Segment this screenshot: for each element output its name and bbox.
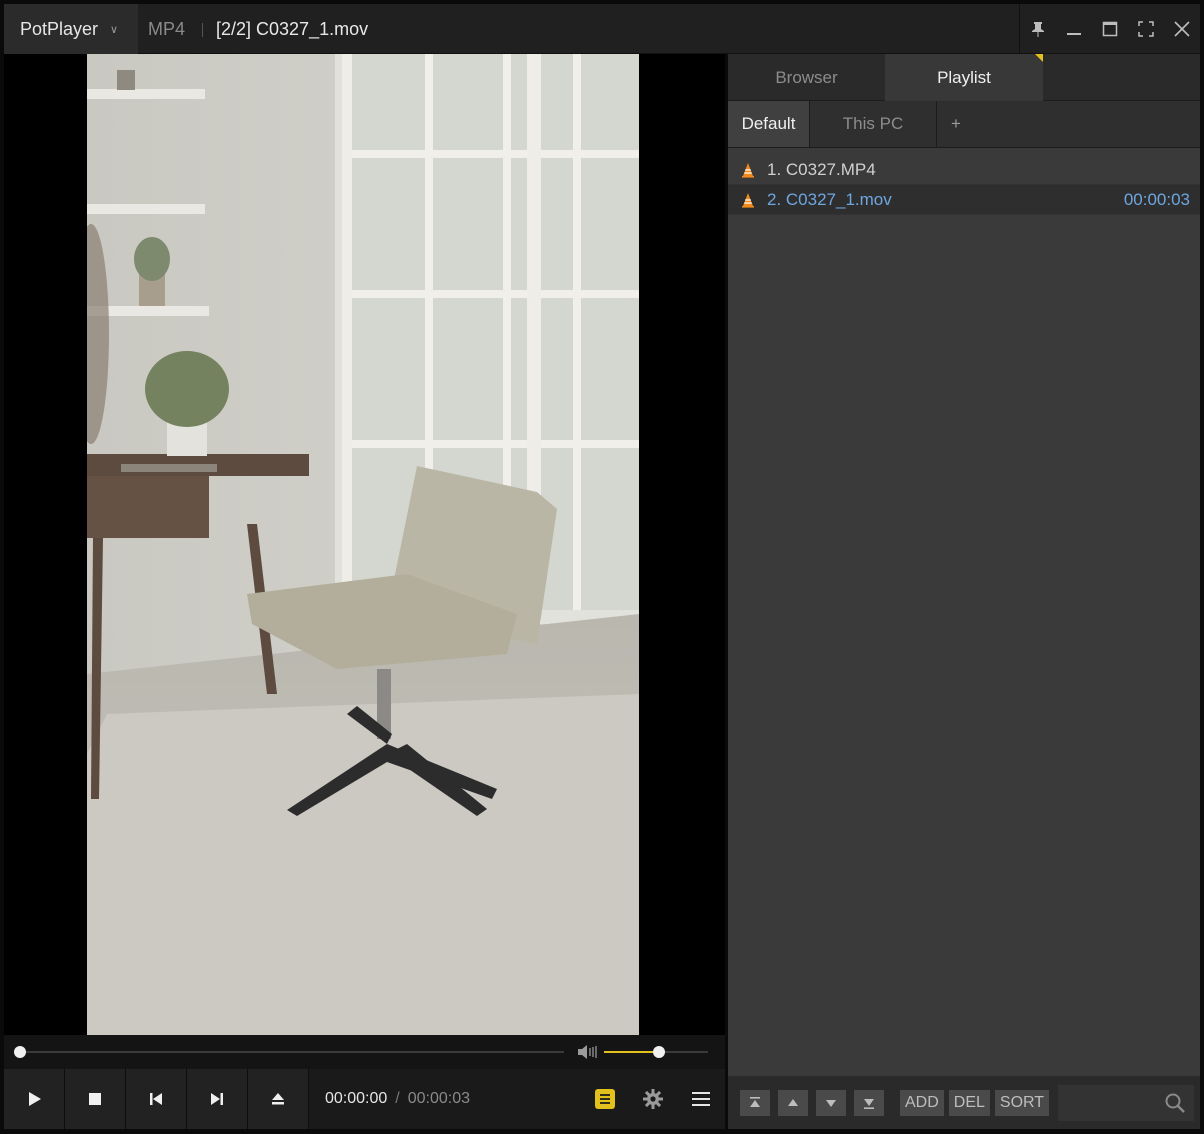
minimize-button[interactable]	[1056, 4, 1092, 54]
close-icon	[1174, 21, 1190, 37]
close-button[interactable]	[1164, 4, 1200, 54]
chevron-down-icon: ∨	[110, 23, 119, 36]
tab-browser[interactable]: Browser	[728, 54, 885, 101]
right-controls	[581, 1069, 725, 1129]
pin-button[interactable]	[1020, 4, 1056, 54]
playlist-item-label: 1. C0327.MP4	[767, 160, 876, 179]
subtab-default[interactable]: Default	[728, 101, 810, 147]
time-separator: /	[395, 1090, 400, 1107]
maximize-icon	[1102, 21, 1118, 37]
playlist-icon	[595, 1089, 615, 1109]
open-file-button[interactable]	[248, 1069, 309, 1129]
time-display: 00:00:00 / 00:00:03	[325, 1090, 470, 1108]
settings-button[interactable]	[629, 1069, 677, 1129]
total-time: 00:00:03	[407, 1090, 471, 1107]
skip-next-icon	[211, 1093, 223, 1105]
current-time: 00:00:00	[325, 1090, 388, 1107]
play-icon	[29, 1092, 41, 1106]
previous-button[interactable]	[126, 1069, 187, 1129]
seek-handle[interactable]	[14, 1046, 26, 1058]
app-menu-button[interactable]: PotPlayer ∨	[4, 4, 138, 54]
playlist-item-label: 2. C0327_1.mov	[767, 190, 892, 209]
title-separator	[202, 23, 203, 37]
active-tab-marker	[1035, 54, 1043, 62]
search-icon[interactable]	[1164, 1092, 1186, 1114]
move-to-bottom-button[interactable]	[854, 1089, 884, 1116]
video-still-image	[87, 54, 639, 1035]
video-frame	[87, 54, 639, 1035]
format-label: MP4	[148, 19, 186, 39]
move-to-top-button[interactable]	[740, 1089, 770, 1116]
main-menu-button[interactable]	[677, 1069, 725, 1129]
playlist-items: 1. C0327.MP4 2. C0327_1.mov 00:00:03	[728, 155, 1200, 215]
playlist-toolbar: ADD DEL SORT	[728, 1076, 1200, 1129]
pin-icon	[1032, 22, 1044, 37]
window-controls	[1019, 4, 1200, 54]
tab-playlist-label: Playlist	[937, 68, 991, 87]
playlist-search-input[interactable]	[1058, 1084, 1195, 1121]
move-up-button[interactable]	[778, 1089, 808, 1116]
skip-previous-icon	[150, 1093, 162, 1105]
playlist-item-duration: 00:00:03	[1123, 190, 1190, 209]
stop-button[interactable]	[65, 1069, 126, 1129]
sort-button[interactable]: SORT	[994, 1089, 1050, 1116]
stop-icon	[89, 1093, 101, 1105]
move-to-bottom-icon	[864, 1098, 874, 1109]
playlist-subtabs: Default This PC +	[728, 101, 1200, 148]
media-file-icon	[742, 163, 754, 178]
next-button[interactable]	[187, 1069, 248, 1129]
delete-button[interactable]: DEL	[948, 1089, 990, 1116]
play-button[interactable]	[4, 1069, 65, 1129]
move-down-button[interactable]	[816, 1089, 846, 1116]
maximize-button[interactable]	[1092, 4, 1128, 54]
title-bar: PotPlayer ∨ MP4 [2/2] C0327_1.mov	[4, 4, 1200, 54]
seek-bar-row	[4, 1035, 725, 1069]
seek-bar[interactable]	[20, 1051, 564, 1053]
add-playlist-tab-button[interactable]: +	[937, 101, 975, 147]
volume-fill	[604, 1051, 660, 1053]
minimize-icon	[1067, 33, 1081, 35]
subtab-this-pc[interactable]: This PC	[810, 101, 937, 147]
media-file-icon	[742, 193, 754, 208]
playlist-item[interactable]: 1. C0327.MP4	[728, 155, 1200, 185]
video-area[interactable]	[4, 54, 725, 1035]
move-down-icon	[826, 1099, 836, 1107]
volume-icon[interactable]	[576, 1043, 598, 1061]
move-to-top-icon	[750, 1096, 760, 1107]
gear-icon	[643, 1089, 663, 1109]
tab-playlist[interactable]: Playlist	[885, 54, 1043, 101]
app-name: PotPlayer	[20, 18, 99, 39]
file-title: [2/2] C0327_1.mov	[216, 19, 369, 39]
panel-tabs: Browser Playlist	[728, 54, 1200, 101]
playback-controls: 00:00:00 / 00:00:03	[4, 1069, 725, 1129]
volume-handle[interactable]	[653, 1046, 666, 1058]
move-up-icon	[788, 1098, 798, 1106]
playlist-toggle-button[interactable]	[581, 1069, 629, 1129]
eject-icon	[272, 1093, 284, 1105]
add-button[interactable]: ADD	[900, 1089, 944, 1116]
playlist-panel: Browser Playlist Default This PC + 1. C0…	[728, 54, 1200, 1129]
fullscreen-icon	[1138, 21, 1154, 37]
fullscreen-button[interactable]	[1128, 4, 1164, 54]
playlist-item-active[interactable]: 2. C0327_1.mov 00:00:03	[728, 185, 1200, 215]
hamburger-menu-icon	[692, 1092, 710, 1106]
